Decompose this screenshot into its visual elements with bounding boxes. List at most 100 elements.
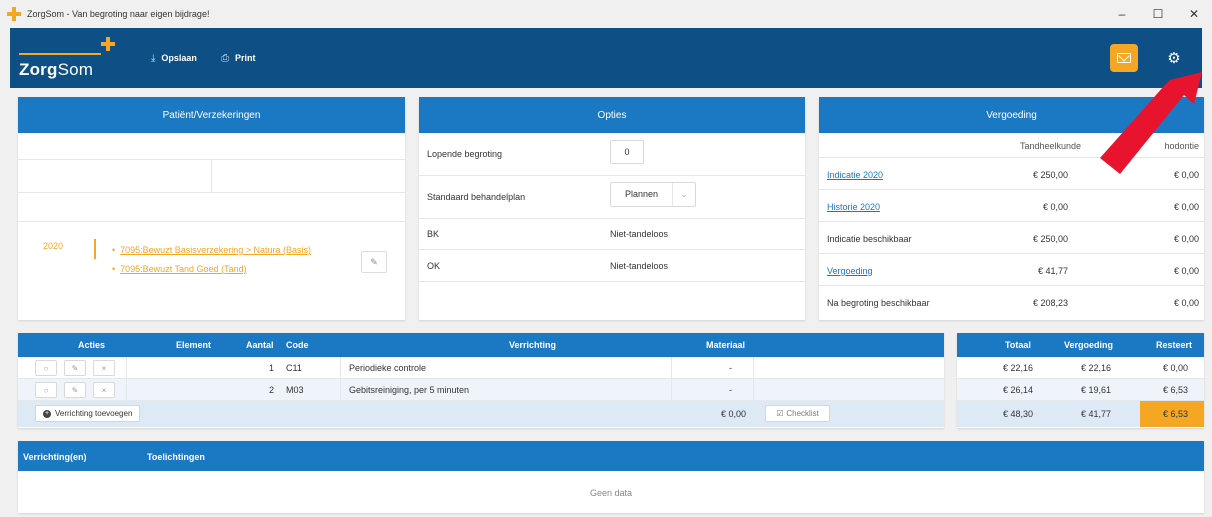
pencil-icon: ✎	[370, 256, 378, 267]
header-toelichtingen: Toelichtingen	[147, 452, 205, 462]
options-panel: Opties Lopende begroting 0 Standaard beh…	[419, 97, 805, 320]
delete-row-button[interactable]: ×	[93, 360, 115, 376]
window-titlebar: ZorgSom - Van begroting naar eigen bijdr…	[0, 0, 1212, 28]
option-label: BK	[427, 229, 440, 239]
minimize-button[interactable]: –	[1104, 0, 1140, 28]
option-row-ok: OK Niet-tandeloos	[419, 250, 805, 282]
print-button[interactable]: ⎙ Print	[221, 53, 256, 64]
patient-panel-title: Patiënt/Verzekeringen	[18, 97, 405, 133]
cell-materiaal: -	[729, 385, 732, 395]
checklist-icon: ☑	[776, 409, 784, 418]
settings-button[interactable]: ⚙	[1164, 48, 1184, 68]
reimbursement-row: Vergoeding € 41,77 € 0,00	[819, 254, 1204, 286]
column-header: Tandheelkunde	[1019, 141, 1081, 151]
notes-panel: Verrichting(en) Toelichtingen Geen data	[18, 441, 1204, 513]
window-title: ZorgSom - Van begroting naar eigen bijdr…	[27, 9, 210, 19]
indicatie-link[interactable]: Indicatie 2020	[827, 170, 883, 180]
amount-tandheelkunde: € 41,77	[1037, 266, 1068, 276]
save-button[interactable]: ⤓ Opslaan	[151, 53, 197, 64]
zorgsom-plus-icon	[7, 7, 21, 21]
footer-resteert: € 6,53	[1163, 409, 1189, 419]
mail-button[interactable]	[1110, 44, 1138, 72]
printer-icon: ⎙	[220, 52, 229, 64]
notes-header: Verrichting(en) Toelichtingen	[18, 441, 1204, 471]
reimbursement-row: Historie 2020 € 0,00 € 0,00	[819, 190, 1204, 222]
treatments-table-header: Acties Element Aantal Code Verrichting M…	[18, 333, 944, 357]
table-footer: + Verrichting toevoegen € 0,00 ☑ Checkli…	[18, 401, 944, 427]
reimbursement-row: Na begroting beschikbaar € 208,23 € 0,00	[819, 286, 1204, 318]
amount-orthodontie: € 0,00	[1173, 234, 1199, 244]
cell-vergoeding: € 19,61	[1081, 385, 1112, 395]
gear-icon: ⚙	[1167, 50, 1181, 67]
cell-vergoeding: € 22,16	[1081, 363, 1112, 373]
add-treatment-button[interactable]: + Verrichting toevoegen	[35, 405, 141, 422]
pencil-icon: ✎	[71, 385, 79, 395]
delete-row-button[interactable]: ×	[93, 382, 115, 398]
amount-tandheelkunde: € 208,23	[1032, 298, 1068, 308]
checklist-button[interactable]: ☑ Checklist	[765, 405, 830, 422]
select-row-button[interactable]: ○	[35, 360, 57, 376]
options-panel-title: Opties	[419, 97, 805, 133]
close-icon: ×	[101, 363, 107, 373]
print-label: Print	[234, 53, 256, 63]
select-row-button[interactable]: ○	[35, 382, 57, 398]
table-row: € 22,16 € 22,16 € 0,00	[957, 357, 1204, 379]
header-totaal: Totaal	[1005, 340, 1031, 350]
table-row: € 26,14 € 19,61 € 6,53	[957, 379, 1204, 401]
totals-table-header: Totaal Vergoeding Resteert	[957, 333, 1204, 357]
amount-orthodontie: € 0,00	[1173, 266, 1199, 276]
insurance-link-basis[interactable]: 7095:Bewuzt Basisverzekering > Natura (B…	[112, 245, 311, 255]
reimbursement-panel: Vergoeding Tandheelkunde hodontie Indica…	[819, 97, 1204, 320]
amount-tandheelkunde: € 250,00	[1032, 170, 1068, 180]
running-budget-input[interactable]: 0	[610, 140, 644, 164]
option-value: Niet-tandeloos	[610, 260, 669, 271]
table-row[interactable]: ○ ✎ × 2 M03 Gebitsreiniging, per 5 minut…	[18, 379, 944, 401]
edit-row-button[interactable]: ✎	[64, 382, 86, 398]
amount-orthodontie: € 0,00	[1173, 170, 1199, 180]
row-label: Na begroting beschikbaar	[827, 298, 930, 308]
table-row[interactable]: ○ ✎ × 1 C11 Periodieke controle -	[18, 357, 944, 379]
header-materiaal: Materiaal	[706, 340, 746, 350]
footer-totaal: € 48,30	[1003, 409, 1034, 419]
save-label: Opslaan	[161, 53, 197, 63]
header-verrichtingen: Verrichting(en)	[23, 452, 87, 462]
cell-totaal: € 26,14	[1003, 385, 1034, 395]
close-window-button[interactable]: ✕	[1176, 0, 1212, 28]
row-label: Indicatie beschikbaar	[827, 234, 912, 244]
option-row-running-budget: Lopende begroting 0	[419, 133, 805, 176]
header-verrichting: Verrichting	[509, 340, 557, 350]
column-header: hodontie	[1164, 141, 1199, 151]
patient-row	[18, 193, 405, 222]
cell-resteert: € 0,00	[1163, 363, 1189, 373]
treatments-table: Acties Element Aantal Code Verrichting M…	[18, 333, 944, 428]
header-code: Code	[286, 340, 309, 350]
amount-orthodontie: € 0,00	[1173, 202, 1199, 212]
reimbursement-subheader: Tandheelkunde hodontie	[819, 133, 1204, 158]
header-vergoeding: Vergoeding	[1064, 340, 1114, 350]
footer-vergoeding: € 41,77	[1081, 409, 1112, 419]
insurance-link-tand[interactable]: 7095:Bewuzt Tand Goed (Tand)	[112, 264, 246, 274]
maximize-button[interactable]: ☐	[1140, 0, 1176, 28]
totals-table: Totaal Vergoeding Resteert € 22,16 € 22,…	[957, 333, 1204, 428]
header-element: Element	[176, 340, 212, 350]
reimbursement-panel-title: Vergoeding	[819, 97, 1204, 133]
vergoeding-link[interactable]: Vergoeding	[827, 266, 873, 276]
checklist-label: Checklist	[786, 409, 819, 418]
header-resteert: Resteert	[1156, 340, 1193, 350]
standard-plan-select[interactable]: Plannen ⌄	[610, 182, 696, 207]
edit-insurance-button[interactable]: ✎	[361, 251, 387, 273]
option-row-standard-plan: Standaard behandelplan Plannen ⌄	[419, 176, 805, 219]
reimbursement-row: Indicatie beschikbaar € 250,00 € 0,00	[819, 222, 1204, 254]
historie-link[interactable]: Historie 2020	[827, 202, 880, 212]
select-value: Plannen	[611, 183, 673, 206]
edit-row-button[interactable]: ✎	[64, 360, 86, 376]
cell-resteert: € 6,53	[1163, 385, 1189, 395]
insurance-year: 2020	[43, 241, 64, 251]
plus-circle-icon: +	[43, 409, 51, 418]
pencil-icon: ✎	[71, 363, 79, 373]
header-acties: Acties	[78, 340, 106, 350]
patient-row	[18, 133, 405, 160]
option-row-bk: BK Niet-tandeloos	[419, 219, 805, 250]
app-header: ZorgSom ⤓ Opslaan ⎙ Print ⚙	[10, 28, 1202, 88]
reimbursement-row: Indicatie 2020 € 250,00 € 0,00	[819, 158, 1204, 190]
